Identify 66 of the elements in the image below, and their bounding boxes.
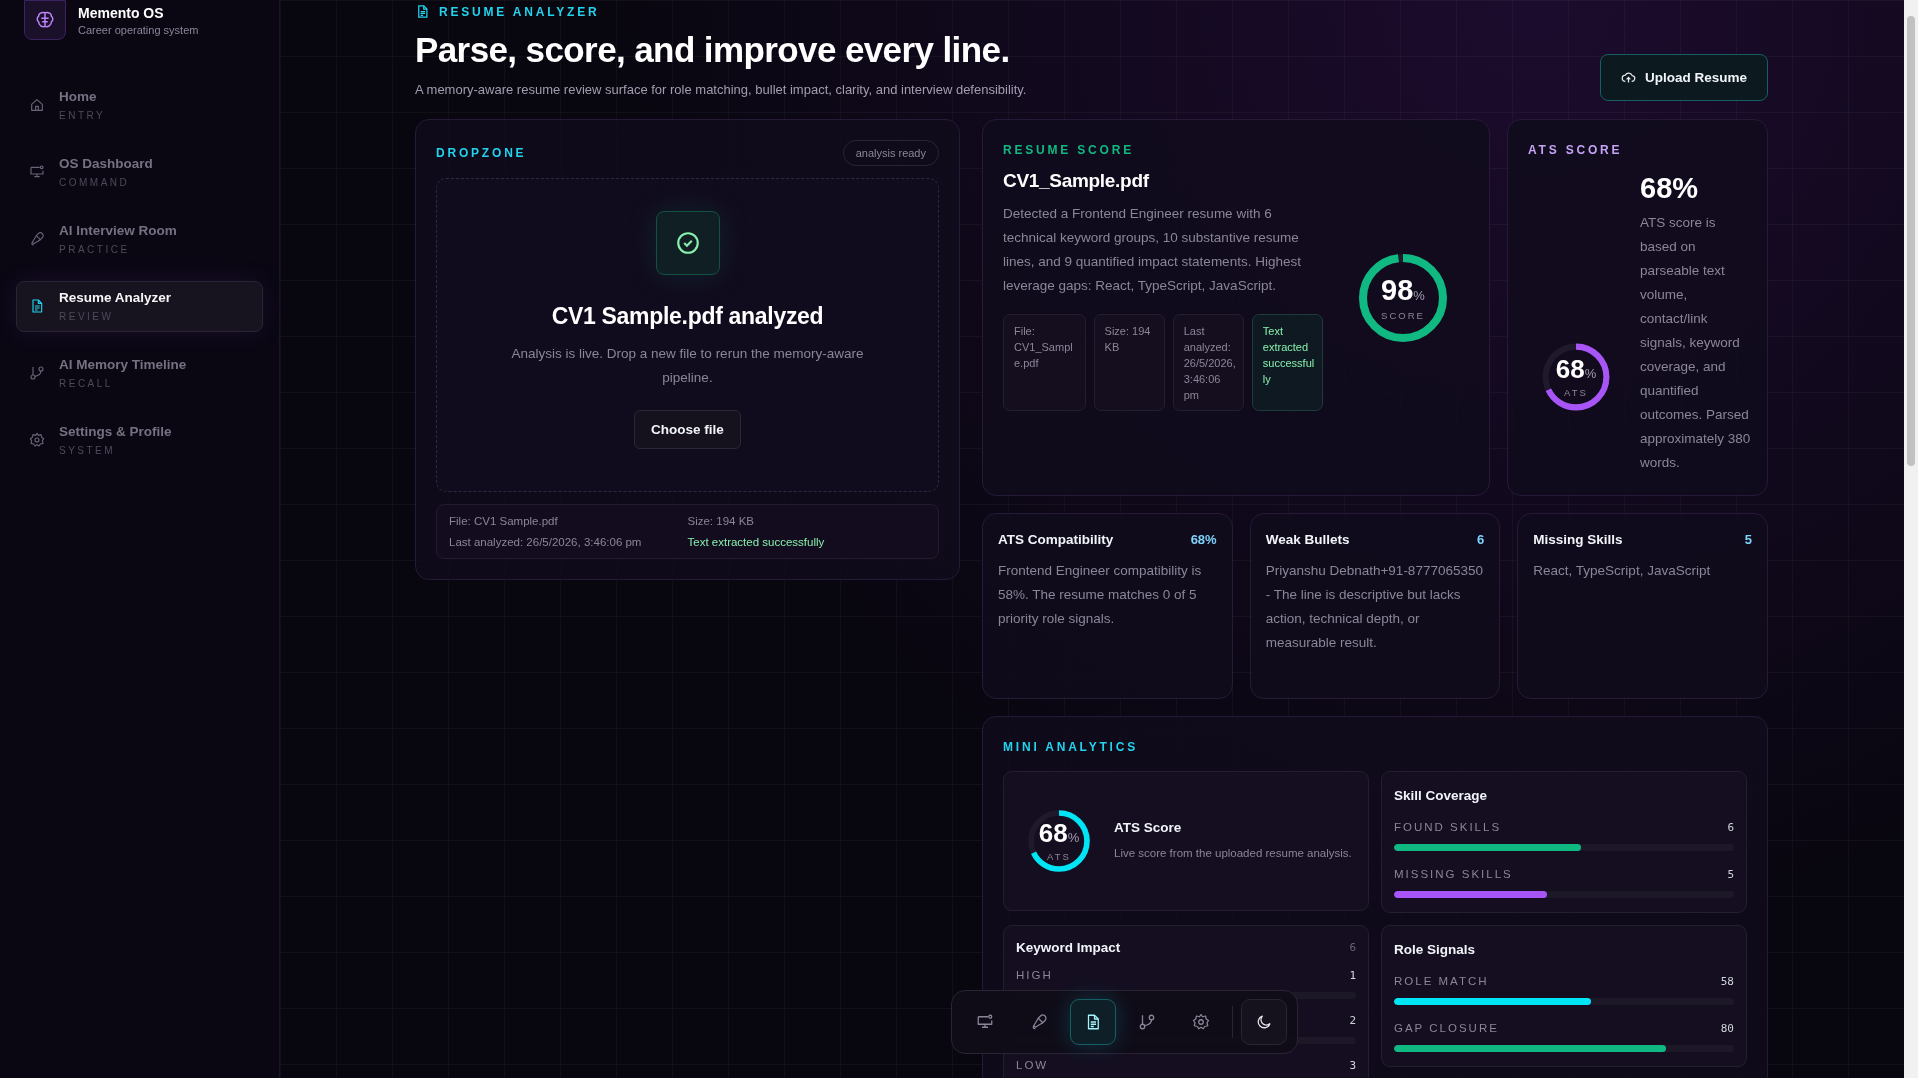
ats-label: ATS <box>1564 386 1588 398</box>
metric-label: HIGH <box>1016 969 1053 982</box>
sidebar-item[interactable]: AI Interview Room PRACTICE <box>16 214 263 265</box>
file-info-text: File: CV1 Sample.pdf <box>449 515 559 527</box>
metric-label: LOW <box>1016 1059 1049 1072</box>
file-name: CV1_Sample.pdf <box>1003 170 1150 192</box>
card-title: RESUME SCORE <box>1003 143 1134 157</box>
info-chip: Last analyzed: 26/5/2026, 3:46:06 pm <box>1172 314 1244 411</box>
card-count: 68% <box>1190 532 1217 547</box>
metric-label: ROLE MATCH <box>1394 975 1489 988</box>
drop-area[interactable]: CV1 Sample.pdf analyzed Analysis is live. Drop a new file to rerun the memory-aware pipeline. Choose file <box>436 178 939 492</box>
sidebar-item[interactable]: Home ENTRY <box>16 80 263 131</box>
card-text: Frontend Engineer compatibility is 58%. The resume matches 0 of 5 priority role signals. <box>998 562 1203 628</box>
ats-percentage: 68% <box>1640 172 1700 205</box>
card-title: DROPZONE <box>436 146 527 160</box>
ats-description: ATS score is based on parseable text volume, contact/link signals, keyword coverage, and quantified outcomes. Parsed approximately 380 words. <box>1640 214 1752 472</box>
card-text: Priyanshu Debnath+91-8777065350 - The line is descriptive but lacks action, technical depth, or measurable result. <box>1265 562 1484 652</box>
sidebar-item[interactable]: AI Memory Timeline RECALL <box>16 348 263 399</box>
choose-file-button[interactable]: Choose file <box>634 410 741 449</box>
tile-count: 6 <box>1349 941 1356 954</box>
panel-title: MINI ANALYTICS <box>1003 740 1138 754</box>
metric-value: 3 <box>1349 1059 1356 1072</box>
metric-value: 58 <box>1720 975 1734 988</box>
app-tagline: Career operating system <box>78 23 199 36</box>
tile-title: Role Signals <box>1394 942 1476 957</box>
ats-label: ATS <box>1047 851 1071 862</box>
file-info-text: Size: 194 KB <box>687 515 755 527</box>
sidebar-item[interactable]: Resume Analyzer REVIEW <box>16 281 263 332</box>
card-text: React, TypeScript, JavaScript <box>1533 562 1712 580</box>
metric-value: 5 <box>1727 868 1734 881</box>
metric-value: 6 <box>1727 821 1734 834</box>
page-title: Parse, score, and improve every line. <box>415 30 1011 70</box>
metric-label: GAP CLOSURE <box>1394 1022 1499 1035</box>
info-chip: Size: 194 KB <box>1093 314 1165 411</box>
score-label: SCORE <box>1381 309 1425 321</box>
card-title: ATS Compatibility <box>998 532 1114 547</box>
drop-description: Analysis is live. Drop a new file to rerun the memory-aware pipeline. <box>510 345 865 387</box>
metric-label: MISSING SKILLS <box>1394 868 1513 881</box>
tile-text: Live score from the uploaded resume analysis. <box>1114 845 1352 861</box>
tile-title: ATS Score <box>1114 819 1183 835</box>
card-count: 6 <box>1477 532 1485 547</box>
card-title: Weak Bullets <box>1265 532 1350 547</box>
sidebar-item[interactable]: OS Dashboard COMMAND <box>16 147 263 198</box>
file-info-text: Text extracted successfully <box>687 536 826 548</box>
tile-title: Skill Coverage <box>1394 788 1488 803</box>
page-eyebrow: RESUME ANALYZER <box>439 4 600 19</box>
card-title: Missing Skills <box>1533 532 1623 547</box>
metric-value: 80 <box>1720 1022 1734 1035</box>
info-chip: Text extracted successfully <box>1251 314 1323 411</box>
page-subtitle: A memory-aware resume review surface for role matching, bullet impact, clarity, and interview defensibility. <box>415 82 1027 97</box>
score-summary: Detected a Frontend Engineer resume with 6 technical keyword groups, 10 substantive resume lines, and 9 quantified impact statements. Highest leverage gaps: React, TypeScript, JavaScript. <box>1003 205 1302 295</box>
ats-value: 68% <box>1555 355 1597 382</box>
metric-label: FOUND SKILLS <box>1394 821 1502 834</box>
card-count: 5 <box>1744 532 1752 547</box>
tile-title: Keyword Impact <box>1016 940 1121 955</box>
score-value: 98% <box>1381 275 1425 305</box>
metric-value: 1 <box>1349 969 1356 982</box>
analyzed-heading: CV1 Sample.pdf analyzed <box>551 303 824 330</box>
metric-value: 2 <box>1349 1014 1356 1027</box>
ats-value: 68% <box>1038 820 1080 846</box>
info-chip: File: CV1_Sample.pdf <box>1003 314 1086 411</box>
upload-resume-button[interactable]: Upload Resume <box>1599 54 1768 101</box>
file-info-text: Last analyzed: 26/5/2026, 3:46:06 pm <box>449 536 643 548</box>
app-name: Memento OS <box>78 4 165 21</box>
sidebar-item[interactable]: Settings & Profile SYSTEM <box>16 415 263 466</box>
card-title: ATS SCORE <box>1528 143 1623 157</box>
